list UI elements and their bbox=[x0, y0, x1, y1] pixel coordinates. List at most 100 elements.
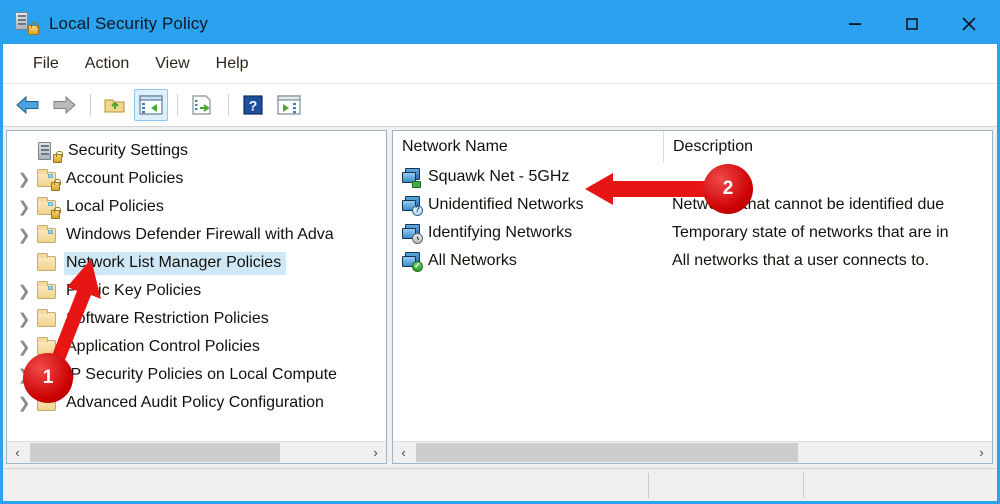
folder-icon bbox=[35, 225, 59, 245]
network-identifying-icon bbox=[402, 223, 423, 244]
chevron-right-icon[interactable]: ❯ bbox=[13, 284, 35, 299]
list-rows: Squawk Net - 5GHz ? Unidentified Network… bbox=[393, 163, 992, 275]
tree-horizontal-scrollbar[interactable]: ‹ › bbox=[7, 441, 386, 463]
window-title: Local Security Policy bbox=[49, 13, 208, 33]
tree-item-local-policies[interactable]: ❯ Local Policies bbox=[7, 193, 386, 221]
folder-icon bbox=[35, 281, 59, 301]
scroll-track[interactable] bbox=[28, 442, 365, 463]
toolbar: ? bbox=[3, 84, 997, 127]
network-connected-icon bbox=[402, 167, 423, 188]
back-button[interactable] bbox=[11, 89, 45, 121]
action-pane-icon bbox=[277, 95, 301, 115]
scroll-right-icon[interactable]: › bbox=[971, 442, 992, 463]
tree-item-label: Advanced Audit Policy Configuration bbox=[66, 393, 324, 411]
tree-item-label: IP Security Policies on Local Compute bbox=[66, 365, 337, 383]
show-hide-action-pane-button[interactable] bbox=[272, 89, 306, 121]
toolbar-separator bbox=[177, 94, 178, 116]
results-list-panel: Network Name Description Squawk Net - 5G… bbox=[392, 130, 993, 464]
tree-item-network-list-manager-policies[interactable]: Network List Manager Policies bbox=[7, 249, 386, 277]
local-security-policy-window: Local Security Policy File Action View H… bbox=[0, 0, 1000, 504]
scroll-track[interactable] bbox=[414, 442, 971, 463]
list-item-unidentified-networks[interactable]: ? Unidentified Networks Networks that ca… bbox=[393, 191, 992, 219]
list-item-identifying-networks[interactable]: Identifying Networks Temporary state of … bbox=[393, 219, 992, 247]
tree-item-security-settings[interactable]: Security Settings bbox=[7, 137, 386, 165]
status-bar bbox=[3, 468, 997, 501]
network-unidentified-icon: ? bbox=[402, 195, 423, 216]
tree-item-software-restriction-policies[interactable]: ❯ Software Restriction Policies bbox=[7, 305, 386, 333]
close-button[interactable] bbox=[940, 3, 997, 44]
up-one-level-button[interactable] bbox=[98, 89, 132, 121]
scroll-right-icon[interactable]: › bbox=[365, 442, 386, 463]
tree-item-label: Software Restriction Policies bbox=[66, 309, 269, 327]
toolbar-separator bbox=[90, 94, 91, 116]
status-segment-3 bbox=[803, 469, 997, 502]
scroll-left-icon[interactable]: ‹ bbox=[7, 442, 28, 463]
tree-item-label: Public Key Policies bbox=[66, 281, 202, 299]
folder-lock-icon bbox=[35, 197, 61, 219]
list-horizontal-scrollbar[interactable]: ‹ › bbox=[393, 441, 992, 463]
chevron-right-icon[interactable]: ❯ bbox=[13, 200, 35, 215]
tree-item-label: Local Policies bbox=[66, 197, 164, 215]
tree-item-label: Windows Defender Firewall with Adva bbox=[66, 225, 334, 243]
list-column-headers: Network Name Description bbox=[393, 131, 992, 163]
status-segment-2 bbox=[648, 469, 803, 502]
console-tree-icon bbox=[139, 95, 163, 115]
tree-item-windows-defender-firewall[interactable]: ❯ Windows Defender Firewall with Adva bbox=[7, 221, 386, 249]
menu-file[interactable]: File bbox=[20, 51, 72, 77]
folder-icon bbox=[35, 309, 59, 329]
scroll-left-icon[interactable]: ‹ bbox=[393, 442, 414, 463]
annotation-badge-1: 1 bbox=[23, 353, 73, 403]
up-folder-icon bbox=[104, 99, 125, 113]
tree-item-label: Security Settings bbox=[68, 141, 189, 159]
menu-view[interactable]: View bbox=[142, 51, 202, 77]
svg-text:?: ? bbox=[249, 98, 258, 114]
question-mark-icon: ? bbox=[243, 95, 263, 115]
help-button[interactable]: ? bbox=[236, 89, 270, 121]
list-item-name: Squawk Net - 5GHz bbox=[428, 168, 570, 185]
forward-button[interactable] bbox=[47, 89, 81, 121]
column-header-description[interactable]: Description bbox=[663, 131, 992, 163]
tree-item-account-policies[interactable]: ❯ Account Policies bbox=[7, 165, 386, 193]
window-controls bbox=[826, 3, 997, 44]
export-list-button[interactable] bbox=[185, 89, 219, 121]
status-segment-1 bbox=[3, 469, 648, 502]
list-item-name: Unidentified Networks bbox=[428, 196, 584, 213]
show-hide-console-tree-button[interactable] bbox=[134, 89, 168, 121]
folder-icon bbox=[35, 253, 59, 273]
export-list-icon bbox=[192, 95, 211, 115]
back-arrow-icon bbox=[16, 95, 39, 115]
list-item-description: All networks that a user connects to. bbox=[672, 252, 930, 269]
list-item-squawk-net-5ghz[interactable]: Squawk Net - 5GHz bbox=[393, 163, 992, 191]
menu-help[interactable]: Help bbox=[203, 51, 262, 77]
scroll-thumb[interactable] bbox=[30, 443, 280, 462]
list-item-name: All Networks bbox=[428, 252, 517, 269]
network-all-icon: ✓ bbox=[402, 251, 423, 272]
menu-bar: File Action View Help bbox=[3, 44, 997, 84]
tree-item-application-control-policies[interactable]: ❯ Application Control Policies bbox=[7, 333, 386, 361]
list-item-description: Temporary state of networks that are in bbox=[672, 224, 949, 241]
title-bar: Local Security Policy bbox=[3, 3, 997, 44]
chevron-right-icon[interactable]: ❯ bbox=[13, 340, 35, 355]
toolbar-separator bbox=[228, 94, 229, 116]
chevron-right-icon[interactable]: ❯ bbox=[13, 312, 35, 327]
list-item-name: Identifying Networks bbox=[428, 224, 573, 241]
server-lock-icon bbox=[37, 141, 63, 163]
minimize-button[interactable] bbox=[826, 3, 883, 44]
tree-item-public-key-policies[interactable]: ❯ Public Key Policies bbox=[7, 277, 386, 305]
tree-item-label: Application Control Policies bbox=[66, 337, 260, 355]
folder-lock-icon bbox=[35, 169, 61, 191]
column-header-network-name[interactable]: Network Name bbox=[393, 131, 663, 163]
scroll-thumb[interactable] bbox=[416, 443, 798, 462]
console-tree-panel: Security Settings ❯ Account Policies ❯ L… bbox=[6, 130, 387, 464]
tree-item-label: Network List Manager Policies bbox=[66, 253, 282, 271]
chevron-right-icon[interactable]: ❯ bbox=[13, 172, 35, 187]
annotation-badge-2: 2 bbox=[703, 164, 753, 214]
security-policy-icon bbox=[14, 11, 40, 37]
menu-action[interactable]: Action bbox=[72, 51, 142, 77]
tree-item-label: Account Policies bbox=[66, 169, 184, 187]
list-item-all-networks[interactable]: ✓ All Networks All networks that a user … bbox=[393, 247, 992, 275]
maximize-button[interactable] bbox=[883, 3, 940, 44]
forward-arrow-icon bbox=[53, 95, 76, 115]
content-area: Security Settings ❯ Account Policies ❯ L… bbox=[3, 127, 997, 468]
chevron-right-icon[interactable]: ❯ bbox=[13, 228, 35, 243]
